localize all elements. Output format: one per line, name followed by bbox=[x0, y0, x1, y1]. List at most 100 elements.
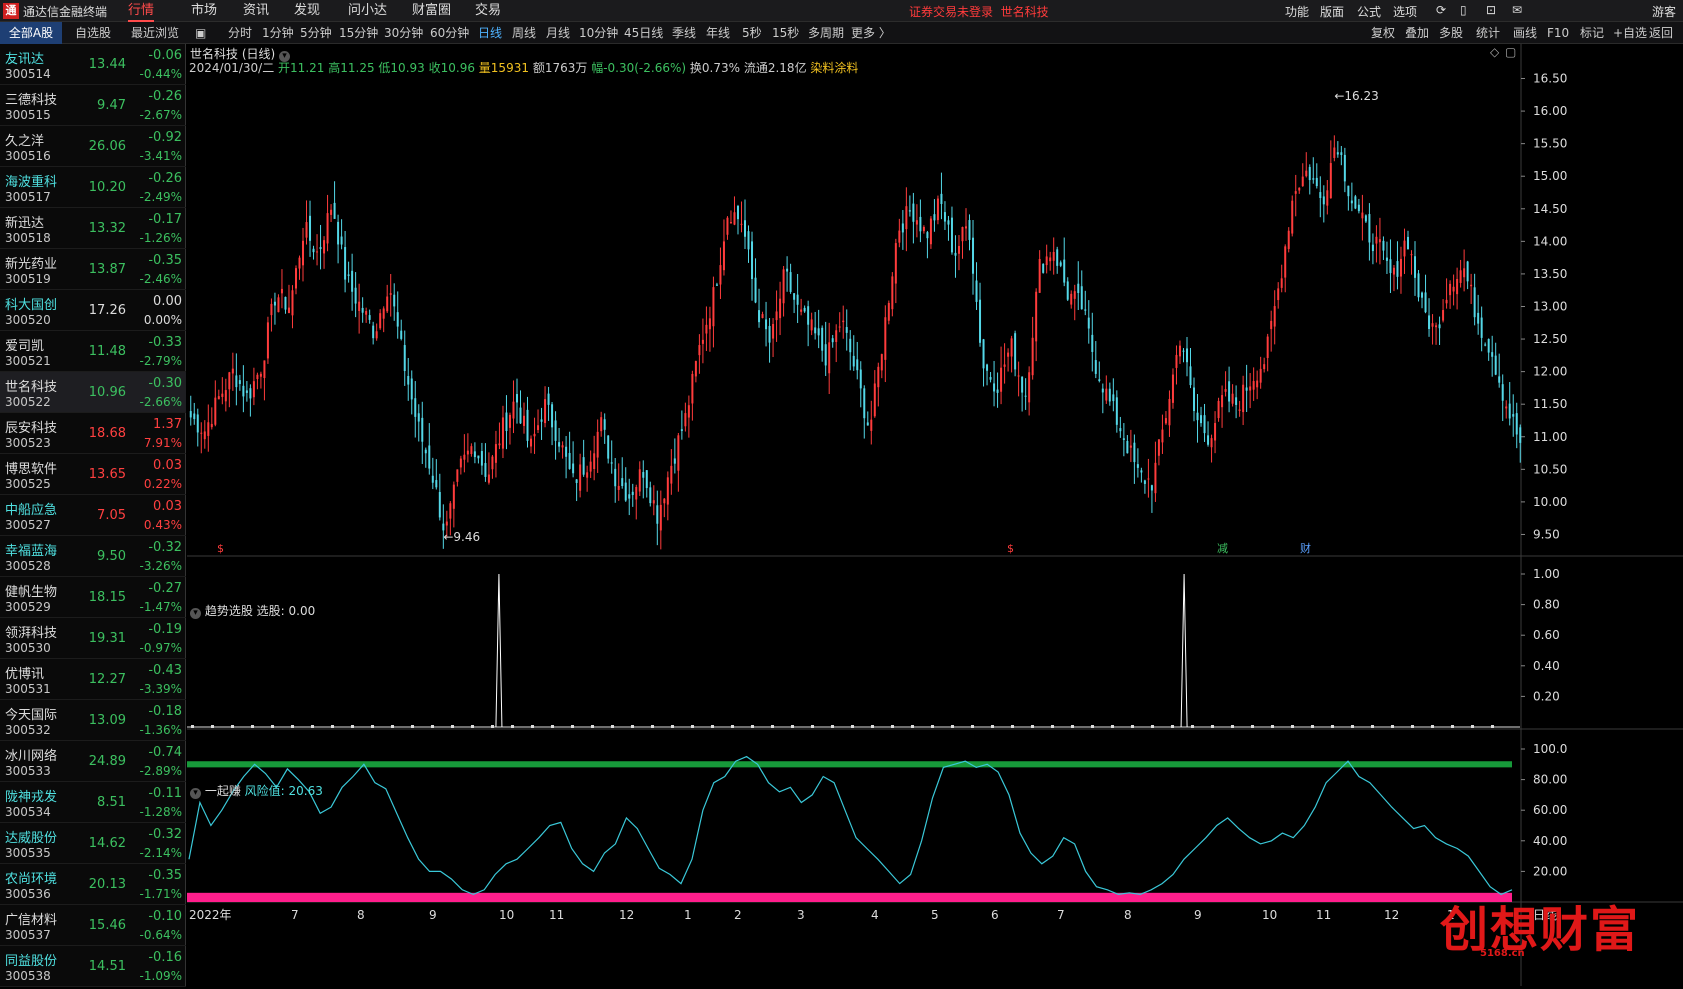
stock-row[interactable]: 爱司凯 300521 11.48 -0.33 -2.79% bbox=[0, 331, 186, 372]
stock-row[interactable]: 冰川网络 300533 24.89 -0.74 -2.89% bbox=[0, 741, 186, 782]
period-tab-2[interactable]: 5分钟 bbox=[300, 22, 332, 44]
tool-1[interactable]: 版面 bbox=[1320, 3, 1344, 20]
kline-chart[interactable]: 16.50 16.00 15.50 15.00 14.50 14.00 13.50 13.00… bbox=[187, 44, 1683, 986]
menu-6[interactable]: 交易 bbox=[475, 0, 501, 22]
chart-button-4[interactable]: 画线 bbox=[1513, 22, 1537, 44]
stock-row[interactable]: 海波重科 300517 10.20 -0.26 -2.49% bbox=[0, 167, 186, 208]
stock-row[interactable]: 优博讯 300531 12.27 -0.43 -3.39% bbox=[0, 659, 186, 700]
period-tab-0[interactable]: 分时 bbox=[228, 22, 252, 44]
mail-icon[interactable]: ✉ bbox=[1512, 3, 1522, 17]
candle-body bbox=[1126, 441, 1129, 454]
menu-4[interactable]: 问小达 bbox=[348, 0, 387, 22]
stock-row[interactable]: 陇神戎发 300534 8.51 -0.11 -1.28% bbox=[0, 782, 186, 823]
chart-button-0[interactable]: 复权 bbox=[1371, 22, 1395, 44]
panel-toggle-icon[interactable]: ▣ bbox=[195, 22, 209, 44]
user-label[interactable]: 游客 bbox=[1652, 3, 1676, 20]
candle-body bbox=[1024, 395, 1027, 397]
event-marker: 减 bbox=[1217, 542, 1228, 555]
candle-body bbox=[579, 464, 582, 491]
period-tab-8[interactable]: 月线 bbox=[546, 22, 570, 44]
menu-3[interactable]: 发现 bbox=[294, 0, 320, 22]
x-axis-label: 10 bbox=[499, 908, 514, 922]
indicator2-menu-icon[interactable]: ▾ bbox=[190, 788, 201, 799]
stock-change: -0.18 bbox=[148, 704, 182, 719]
period-tab-14[interactable]: 15秒 bbox=[772, 22, 799, 44]
menu-0[interactable]: 行情 bbox=[128, 0, 155, 22]
stock-row[interactable]: 同益股份 300538 14.51 -0.16 -1.09% bbox=[0, 946, 186, 987]
stock-row[interactable]: 新光药业 300519 13.87 -0.35 -2.46% bbox=[0, 249, 186, 290]
stock-row[interactable]: 新迅达 300518 13.32 -0.17 -1.26% bbox=[0, 208, 186, 249]
tool-3[interactable]: 选项 bbox=[1393, 3, 1417, 20]
chart-button-3[interactable]: 统计 bbox=[1476, 22, 1500, 44]
period-tab-1[interactable]: 1分钟 bbox=[262, 22, 294, 44]
stock-row[interactable]: 三德科技 300515 9.47 -0.26 -2.67% bbox=[0, 85, 186, 126]
period-tab-12[interactable]: 年线 bbox=[706, 22, 730, 44]
tool-2[interactable]: 公式 bbox=[1357, 3, 1381, 20]
stock-row[interactable]: 幸福蓝海 300528 9.50 -0.32 -3.26% bbox=[0, 536, 186, 577]
candle-body bbox=[961, 227, 964, 242]
chart-button-1[interactable]: 叠加 bbox=[1405, 22, 1429, 44]
indicator1-menu-icon[interactable]: ▾ bbox=[190, 608, 201, 619]
period-tab-11[interactable]: 季线 bbox=[672, 22, 696, 44]
period-tab-9[interactable]: 10分钟 bbox=[579, 22, 618, 44]
stock-row[interactable]: 中船应急 300527 7.05 0.03 0.43% bbox=[0, 495, 186, 536]
stock-code: 300520 bbox=[5, 313, 51, 327]
stock-row[interactable]: 今天国际 300532 13.09 -0.18 -1.36% bbox=[0, 700, 186, 741]
list-tab-0[interactable]: 全部A股 bbox=[0, 22, 62, 44]
candle-body bbox=[1014, 333, 1017, 370]
period-tab-15[interactable]: 多周期 bbox=[808, 22, 844, 44]
menu-1[interactable]: 市场 bbox=[191, 0, 217, 22]
list-tab-2[interactable]: 最近浏览 bbox=[124, 22, 186, 44]
chart-button-2[interactable]: 多股 bbox=[1439, 22, 1463, 44]
period-tab-4[interactable]: 30分钟 bbox=[384, 22, 423, 44]
stock-change: -0.35 bbox=[148, 868, 182, 883]
indicator1-dot bbox=[431, 725, 434, 728]
period-tab-6[interactable]: 日线 bbox=[478, 22, 502, 44]
lock-icon[interactable]: ⊡ bbox=[1486, 3, 1496, 17]
menu-5[interactable]: 财富圈 bbox=[412, 0, 451, 22]
candle-body bbox=[1122, 438, 1125, 440]
phone-icon[interactable]: ▯ bbox=[1460, 3, 1467, 17]
period-tab-10[interactable]: 45日线 bbox=[624, 22, 663, 44]
stock-row[interactable]: 领湃科技 300530 19.31 -0.19 -0.97% bbox=[0, 618, 186, 659]
period-tab-13[interactable]: 5秒 bbox=[742, 22, 762, 44]
refresh-icon[interactable]: ⟳ bbox=[1436, 3, 1446, 17]
y-tick-label: 20.00 bbox=[1533, 864, 1567, 878]
stock-code: 300538 bbox=[5, 969, 51, 983]
list-tab-1[interactable]: 自选股 bbox=[62, 22, 124, 44]
period-tab-7[interactable]: 周线 bbox=[512, 22, 536, 44]
stock-row[interactable]: 科大国创 300520 17.26 0.00 0.00% bbox=[0, 290, 186, 331]
chart-button-8[interactable]: 返回 bbox=[1649, 22, 1673, 44]
stock-row[interactable]: 广信材料 300537 15.46 -0.10 -0.64% bbox=[0, 905, 186, 946]
period-tab-3[interactable]: 15分钟 bbox=[339, 22, 378, 44]
candle-body bbox=[1375, 236, 1378, 244]
tool-0[interactable]: 功能 bbox=[1285, 3, 1309, 20]
period-tab-5[interactable]: 60分钟 bbox=[430, 22, 469, 44]
stock-row[interactable]: 世名科技 300522 10.96 -0.30 -2.66% bbox=[0, 372, 186, 413]
stock-row[interactable]: 博思软件 300525 13.65 0.03 0.22% bbox=[0, 454, 186, 495]
candle-body bbox=[1108, 388, 1111, 402]
login-notice[interactable]: 证券交易未登录 世名科技 bbox=[909, 3, 1049, 20]
stock-name: 博思软件 bbox=[5, 462, 58, 477]
indicator1-dot bbox=[651, 725, 654, 728]
menu-2[interactable]: 资讯 bbox=[243, 0, 269, 22]
candle-body bbox=[842, 320, 845, 323]
stock-row[interactable]: 辰安科技 300523 18.68 1.37 7.91% bbox=[0, 413, 186, 454]
stock-row[interactable]: 健帆生物 300529 18.15 -0.27 -1.47% bbox=[0, 577, 186, 618]
chart-button-5[interactable]: F10 bbox=[1547, 22, 1569, 44]
candle-body bbox=[1382, 240, 1385, 251]
candle-body bbox=[435, 480, 438, 488]
stock-row[interactable]: 久之洋 300516 26.06 -0.92 -3.41% bbox=[0, 126, 186, 167]
period-tab-16[interactable]: 更多 〉 bbox=[851, 22, 891, 44]
chart-button-6[interactable]: 标记 bbox=[1580, 22, 1604, 44]
stock-row[interactable]: 友讯达 300514 13.44 -0.06 -0.44% bbox=[0, 44, 186, 85]
candle-body bbox=[1077, 283, 1080, 294]
stock-code: 300519 bbox=[5, 272, 51, 286]
indicator1-dot bbox=[1271, 725, 1274, 728]
stock-row[interactable]: 农尚环境 300536 20.13 -0.35 -1.71% bbox=[0, 864, 186, 905]
indicator1-spike bbox=[1180, 573, 1188, 728]
chart-button-7[interactable]: +自选 bbox=[1613, 22, 1647, 44]
candle-body bbox=[1028, 372, 1031, 403]
stock-row[interactable]: 达威股份 300535 14.62 -0.32 -2.14% bbox=[0, 823, 186, 864]
candle-body bbox=[898, 230, 901, 243]
